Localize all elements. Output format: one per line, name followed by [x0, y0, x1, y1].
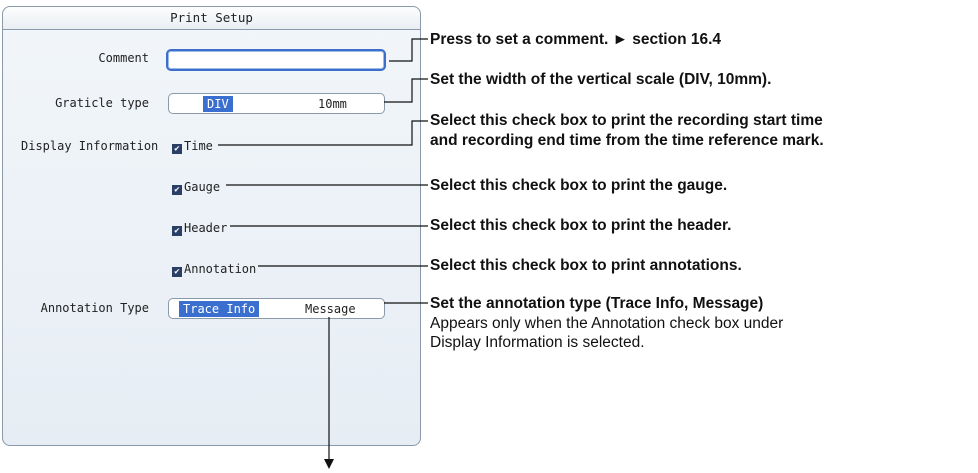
note-annotation-line1: Appears only when the Annotation check b… [430, 315, 784, 332]
callout-graticule: Set the width of the vertical scale (DIV… [430, 71, 772, 88]
callout-time-line1: Select this check box to print the recor… [430, 112, 823, 129]
note-annotation-line2: Display Information is selected. [430, 334, 645, 351]
callout-annotation-type: Set the annotation type (Trace Info, Mes… [430, 295, 764, 312]
callout-comment: Press to set a comment. ► section 16.4 [430, 31, 722, 48]
callout-time-line2: and recording end time from the time ref… [430, 132, 824, 149]
callout-gauge: Select this check box to print the gauge… [430, 177, 728, 194]
callout-annotation: Select this check box to print annotatio… [430, 257, 742, 274]
callout-header: Select this check box to print the heade… [430, 217, 732, 234]
